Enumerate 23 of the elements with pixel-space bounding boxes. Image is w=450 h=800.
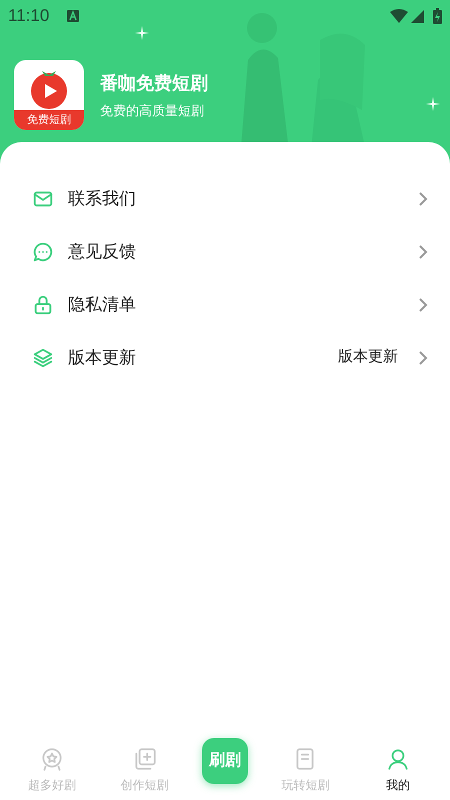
wifi-icon (390, 9, 408, 23)
layers-icon (32, 346, 54, 368)
chat-icon (32, 240, 54, 262)
menu-item[interactable]: 意见反馈 (22, 225, 428, 278)
battery-icon (433, 8, 442, 24)
menu-item[interactable]: 版本更新 版本更新 (22, 331, 428, 384)
app-name: 番咖免费短剧 (100, 72, 208, 95)
sparkle-icon (135, 26, 149, 40)
chevron-right-icon (418, 296, 428, 312)
chevron-right-icon (418, 190, 428, 206)
nav-tab[interactable]: 我的 (362, 746, 433, 794)
status-time: 11:10 (8, 5, 50, 28)
lock-icon (32, 294, 54, 316)
logo-caption: 免费短剧 (14, 110, 84, 130)
version-label: 版本更新 (338, 347, 398, 368)
sparkle-icon (426, 97, 440, 111)
menu-item[interactable]: 隐私清单 (22, 278, 428, 331)
chevron-right-icon (418, 350, 428, 366)
menu-item[interactable]: 联系我们 (22, 172, 428, 225)
notification-icon (67, 10, 80, 22)
app-tagline: 免费的高质量短剧 (100, 102, 205, 120)
signal-icon (411, 10, 424, 22)
chevron-right-icon (418, 244, 428, 260)
